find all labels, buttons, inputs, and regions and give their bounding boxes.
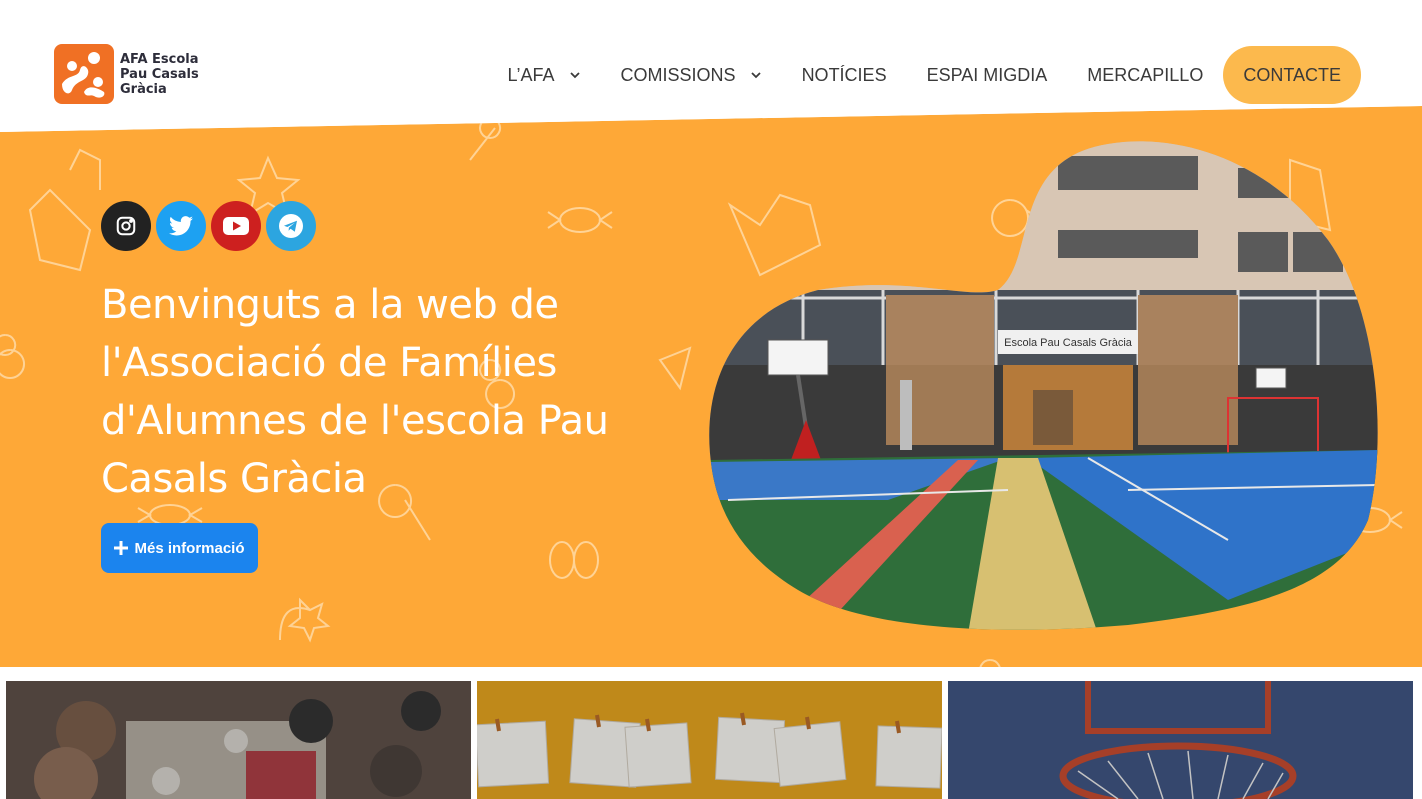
basket-photo bbox=[948, 681, 1413, 799]
contact-button[interactable]: CONTACTE bbox=[1223, 46, 1361, 104]
logo-line-2: Pau Casals bbox=[120, 66, 199, 82]
nav-item-mercapillo[interactable]: MERCAPILLO bbox=[1067, 46, 1223, 104]
site-header: AFA Escola Pau Casals Gràcia L’AFA COMIS… bbox=[0, 0, 1422, 140]
telegram-icon[interactable] bbox=[266, 201, 316, 251]
hero-title: Benvinguts a la web de l'Associació de F… bbox=[101, 282, 609, 502]
nav-item-comissions[interactable]: COMISSIONS bbox=[601, 46, 782, 104]
logo-line-1: AFA Escola bbox=[120, 51, 199, 67]
nav-item-espai-migdia[interactable]: ESPAI MIGDIA bbox=[907, 46, 1068, 104]
instagram-icon[interactable] bbox=[101, 201, 151, 251]
lunch-photo bbox=[6, 681, 471, 799]
contact-label: CONTACTE bbox=[1243, 64, 1341, 85]
nav-item-label: ESPAI MIGDIA bbox=[926, 64, 1048, 85]
photo-sign-text: Escola Pau Casals Gràcia bbox=[1004, 337, 1133, 349]
nav-item-label: COMISSIONS bbox=[620, 64, 736, 85]
nav-item-lafa[interactable]: L’AFA bbox=[488, 46, 601, 104]
nav-item-label: L’AFA bbox=[507, 64, 555, 85]
card-basket-photo[interactable] bbox=[948, 681, 1413, 799]
school-photo: Escola Pau Casals Gràcia bbox=[709, 141, 1378, 630]
more-info-label: Més informació bbox=[134, 539, 245, 557]
youtube-icon[interactable] bbox=[211, 201, 261, 251]
nav-item-label: MERCAPILLO bbox=[1087, 64, 1204, 85]
card-lunch-photo[interactable] bbox=[6, 681, 471, 799]
card-drawings-photo[interactable] bbox=[477, 681, 942, 799]
site-logo[interactable]: AFA Escola Pau Casals Gràcia bbox=[54, 44, 199, 104]
more-info-button[interactable]: Més informació bbox=[101, 523, 258, 573]
nav-item-noticies[interactable]: NOTÍCIES bbox=[782, 46, 907, 104]
chevron-down-icon bbox=[569, 72, 580, 79]
nav-item-label: NOTÍCIES bbox=[801, 64, 887, 85]
logo-line-3: Gràcia bbox=[120, 81, 167, 97]
chevron-down-icon bbox=[750, 72, 761, 79]
main-nav: L’AFA COMISSIONS NOTÍCIES ESPAI MIGDIA M… bbox=[488, 46, 1361, 104]
plus-icon bbox=[114, 541, 129, 555]
social-links bbox=[101, 201, 316, 251]
twitter-icon[interactable] bbox=[156, 201, 206, 251]
drawings-photo bbox=[477, 681, 942, 799]
logo-mark-icon bbox=[54, 44, 114, 104]
logo-text: AFA Escola Pau Casals Gràcia bbox=[120, 52, 199, 97]
featured-cards bbox=[0, 667, 1422, 799]
